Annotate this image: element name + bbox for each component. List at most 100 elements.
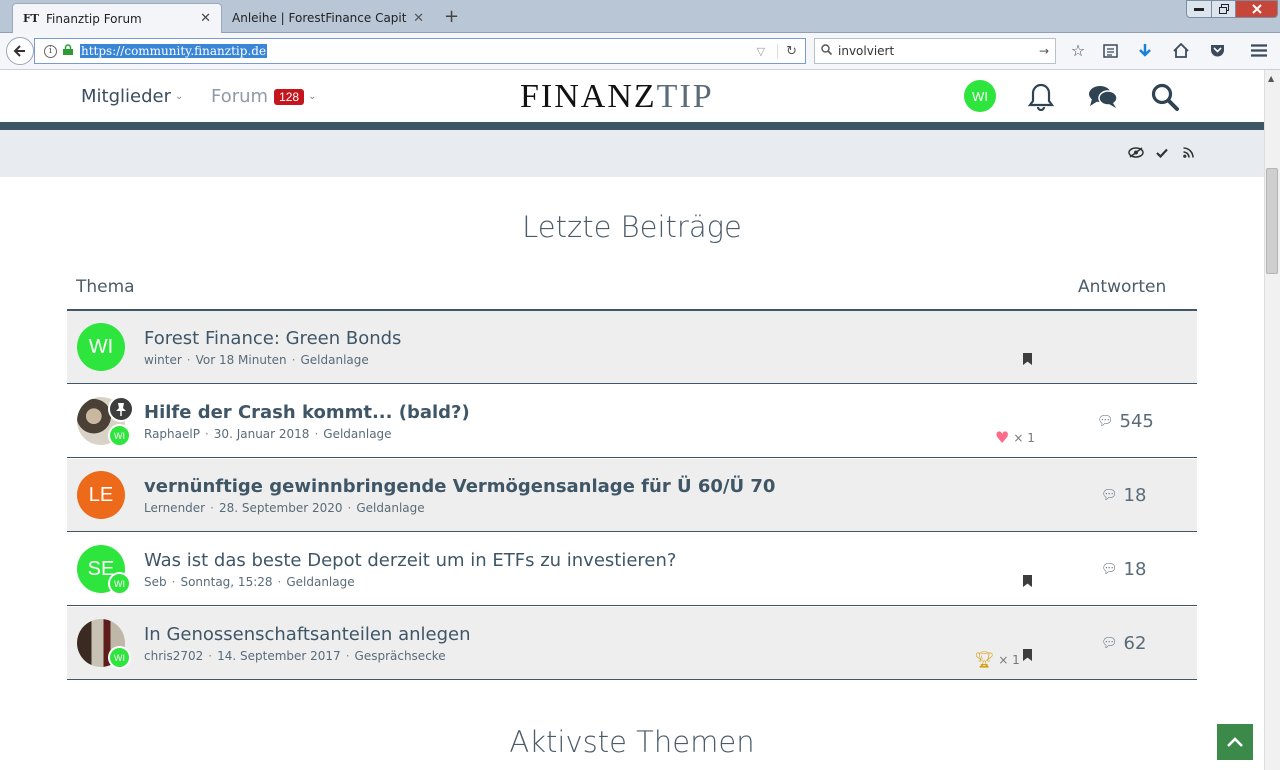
lock-icon[interactable]	[63, 44, 73, 58]
tab-finanztip-forum[interactable]: FT Finanztip Forum ✕	[12, 3, 222, 33]
reload-icon[interactable]: ↻	[777, 43, 797, 59]
new-tab-button[interactable]: +	[444, 6, 459, 27]
browser-tab-bar: FT Finanztip Forum ✕ Anleihe | ForestFin…	[0, 0, 1280, 33]
thread-category-link[interactable]: Geldanlage	[286, 575, 354, 589]
table-row[interactable]: SE WI Was ist das beste Depot derzeit um…	[67, 533, 1197, 606]
download-icon[interactable]	[1134, 39, 1156, 61]
chevron-down-icon: ⌄	[175, 91, 184, 102]
back-button[interactable]	[6, 37, 34, 65]
thread-author-link[interactable]: Lernender	[144, 501, 205, 515]
rss-icon[interactable]	[1183, 147, 1194, 161]
participant-badge: WI	[108, 572, 131, 595]
reaction-summary[interactable]: ♥ × 1	[995, 428, 1035, 447]
speech-bubble-icon: 💬︎	[1101, 636, 1118, 651]
active-topics-title: Aktivste Themen	[509, 725, 755, 759]
reaction-count: × 1	[998, 652, 1020, 667]
scroll-up-arrow-icon[interactable]: ▲	[1268, 74, 1274, 83]
thread-title-link[interactable]: vernünftige gewinnbringende Vermögensanl…	[144, 476, 775, 497]
hide-read-icon[interactable]	[1128, 147, 1144, 161]
thread-title-link[interactable]: In Genossenschaftsanteilen anlegen	[144, 624, 471, 645]
chevron-up-icon	[1227, 737, 1243, 747]
thread-meta: Lernender · 28. September 2020 · Geldanlage	[144, 501, 425, 515]
arrow-left-icon	[13, 45, 25, 57]
search-icon	[821, 44, 833, 58]
reply-count: 💬︎ 18	[1101, 485, 1191, 506]
thread-category-link[interactable]: Geldanlage	[300, 353, 368, 367]
thread-title-link[interactable]: Forest Finance: Green Bonds	[144, 328, 401, 349]
column-header-topic: Thema	[76, 277, 135, 297]
table-row[interactable]: WI Hilfe der Crash kommt... (bald?) Raph…	[67, 385, 1197, 458]
thread-category-link[interactable]: Geldanlage	[356, 501, 424, 515]
restore-window-button[interactable]	[1211, 0, 1236, 18]
thread-time[interactable]: 30. Januar 2018	[214, 427, 310, 441]
forum-count-badge: 128	[274, 88, 305, 105]
arrow-right-icon[interactable]: →	[1039, 44, 1049, 58]
minimize-window-button[interactable]	[1186, 0, 1212, 18]
header-divider	[0, 122, 1264, 130]
user-avatar[interactable]: WI	[964, 80, 996, 112]
thread-author-link[interactable]: Seb	[144, 575, 167, 589]
url-text[interactable]: https://community.finanztip.de	[80, 44, 268, 58]
reaction-summary[interactable]: 🏆︎ × 1	[974, 650, 1020, 669]
forum-toolbar	[0, 130, 1264, 177]
thread-author-link[interactable]: RaphaelP	[144, 427, 200, 441]
search-input[interactable]: involviert	[838, 44, 894, 58]
tab-forestfinance[interactable]: Anleihe | ForestFinance Capital ✕	[222, 3, 434, 33]
bookmark-star-icon[interactable]: ☆	[1067, 39, 1089, 61]
restore-icon	[1218, 4, 1229, 14]
latest-posts-title: Letzte Beiträge	[522, 210, 742, 244]
chevron-down-icon[interactable]: ▽	[757, 45, 765, 58]
home-icon[interactable]	[1170, 39, 1192, 61]
reply-count: 💬︎ 18	[1101, 559, 1191, 580]
reading-list-icon[interactable]	[1099, 39, 1121, 61]
close-icon	[1251, 4, 1262, 14]
table-row[interactable]: WI Forest Finance: Green Bonds winter · Vo…	[67, 311, 1197, 384]
info-icon[interactable]: i	[44, 44, 57, 58]
reply-count-value: 62	[1123, 633, 1147, 654]
reply-count-value: 545	[1119, 411, 1154, 432]
thread-title-link[interactable]: Hilfe der Crash kommt... (bald?)	[144, 402, 470, 423]
speech-bubble-icon: 💬︎	[1101, 488, 1118, 503]
participant-badge: WI	[108, 646, 131, 669]
thread-time[interactable]: Vor 18 Minuten	[196, 353, 287, 367]
notifications-bell-icon[interactable]	[1024, 80, 1058, 114]
search-icon[interactable]	[1148, 80, 1182, 114]
column-header-replies: Antworten	[1078, 277, 1167, 297]
thread-category-link[interactable]: Gesprächsecke	[355, 649, 446, 663]
bookmark-icon[interactable]	[1023, 649, 1032, 661]
nav-members-label: Mitglieder	[81, 86, 171, 107]
menu-icon[interactable]	[1248, 39, 1270, 61]
thread-meta: Seb · Sonntag, 15:28 · Geldanlage	[144, 575, 355, 589]
tab-title: Anleihe | ForestFinance Capital	[232, 11, 408, 25]
bookmark-icon[interactable]	[1023, 575, 1032, 587]
scroll-to-top-button[interactable]	[1217, 724, 1253, 760]
table-row[interactable]: LE vernünftige gewinnbringende Vermögens…	[67, 459, 1197, 532]
avatar[interactable]: LE	[77, 471, 125, 519]
site-logo[interactable]: FINANZTIP	[520, 78, 714, 116]
url-bar[interactable]: i https://community.finanztip.de ▽ ↻	[34, 38, 806, 64]
browser-search-bar[interactable]: involviert →	[814, 38, 1056, 64]
scrollbar-thumb[interactable]	[1266, 168, 1278, 274]
pin-icon	[108, 396, 134, 422]
table-row[interactable]: WI In Genossenschaftsanteilen anlegen ch…	[67, 607, 1197, 680]
mark-read-check-icon[interactable]	[1156, 147, 1168, 161]
tab-close-icon[interactable]: ✕	[413, 11, 424, 26]
thread-time[interactable]: Sonntag, 15:28	[180, 575, 272, 589]
thread-time[interactable]: 28. September 2020	[219, 501, 343, 515]
conversations-icon[interactable]	[1086, 80, 1120, 114]
avatar[interactable]: WI	[77, 323, 125, 371]
pocket-icon[interactable]	[1206, 39, 1228, 61]
thread-category-link[interactable]: Geldanlage	[323, 427, 391, 441]
reply-count-value: 18	[1123, 559, 1147, 580]
reply-count: 💬︎ 545	[1097, 411, 1187, 432]
thread-author-link[interactable]: winter	[144, 353, 182, 367]
thread-title-link[interactable]: Was ist das beste Depot derzeit um in ET…	[144, 550, 676, 571]
thread-author-link[interactable]: chris2702	[144, 649, 203, 663]
thread-time[interactable]: 14. September 2017	[217, 649, 341, 663]
bookmark-icon[interactable]	[1023, 353, 1032, 365]
nav-members[interactable]: Mitglieder ⌄	[81, 86, 183, 107]
tab-close-icon[interactable]: ✕	[200, 11, 211, 26]
nav-forum[interactable]: Forum 128 ⌄	[211, 86, 317, 107]
minimize-icon	[1194, 7, 1204, 11]
close-window-button[interactable]	[1235, 0, 1278, 18]
